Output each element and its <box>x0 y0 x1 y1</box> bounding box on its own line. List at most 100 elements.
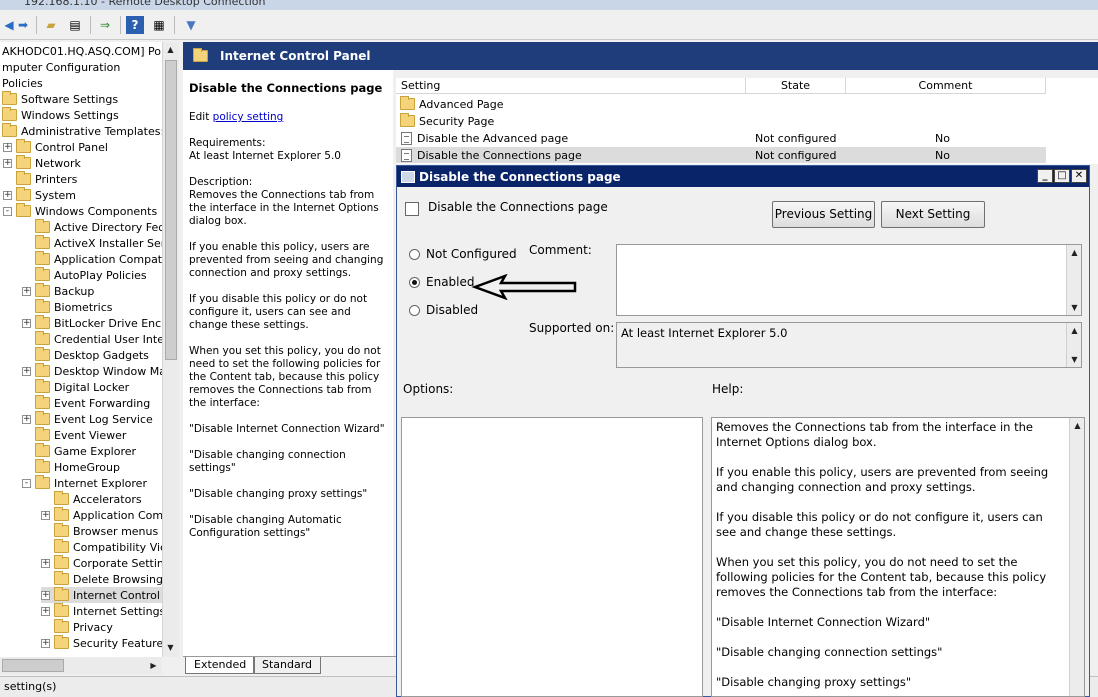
help-paragraph: "Disable changing proxy settings" <box>716 675 912 689</box>
scroll-down-arrow-icon[interactable]: ▼ <box>163 640 178 655</box>
tree-item[interactable]: Application Compatibi <box>22 251 162 267</box>
scroll-right-arrow-icon[interactable]: ▶ <box>146 658 161 673</box>
scroll-down-arrow-icon[interactable]: ▼ <box>1067 352 1082 367</box>
tree-item[interactable]: Privacy <box>41 619 117 635</box>
comment-field[interactable]: ▲ ▼ <box>616 244 1082 316</box>
tree-item[interactable]: + System <box>3 187 80 203</box>
tree-item[interactable]: Game Explorer <box>22 443 140 459</box>
tree-item[interactable]: Active Directory Fede <box>22 219 162 235</box>
previous-setting-button[interactable]: Previous Setting <box>772 201 875 228</box>
comment-scrollbar[interactable]: ▲ ▼ <box>1066 245 1081 315</box>
tree-item[interactable]: ActiveX Installer Serv <box>22 235 162 251</box>
tree-item[interactable]: Policies <box>2 75 47 91</box>
expand-icon[interactable]: + <box>41 510 50 520</box>
scroll-thumb[interactable] <box>2 659 64 672</box>
list-row[interactable]: Disable the Connections page Not configur… <box>396 147 1046 163</box>
tab-standard[interactable]: Standard <box>253 657 322 674</box>
radio-enabled[interactable]: Enabled <box>409 275 475 289</box>
tree-item[interactable]: Accelerators <box>41 491 146 507</box>
tree-item[interactable]: Biometrics <box>22 299 117 315</box>
up-folder-icon[interactable]: ▰ <box>42 16 60 34</box>
expand-icon[interactable]: + <box>41 558 50 568</box>
tree-item[interactable]: Desktop Gadgets <box>22 347 153 363</box>
expand-icon[interactable]: + <box>22 414 31 424</box>
tree-item[interactable]: Credential User Interf <box>22 331 162 347</box>
show-hide-tree-icon[interactable]: ▤ <box>66 16 84 34</box>
next-setting-button[interactable]: Next Setting <box>881 201 985 228</box>
edit-policy-link[interactable]: policy setting <box>213 111 284 123</box>
help-scrollbar[interactable]: ▲ <box>1069 418 1084 696</box>
help-icon[interactable]: ? <box>126 16 144 34</box>
tree-item[interactable]: - Windows Components <box>3 203 161 219</box>
properties-icon[interactable]: ▦ <box>150 16 168 34</box>
maximize-button[interactable]: □ <box>1054 169 1070 183</box>
export-list-icon[interactable]: ⇒ <box>96 16 114 34</box>
tree-item[interactable]: AKHODC01.HQ.ASQ.COM] Policy <box>2 43 162 59</box>
expand-icon[interactable]: + <box>22 318 31 328</box>
scroll-up-arrow-icon[interactable]: ▲ <box>1067 245 1082 260</box>
forward-arrow-icon[interactable]: ➡ <box>14 16 32 34</box>
expand-icon[interactable]: + <box>22 366 31 376</box>
radio-button-icon[interactable] <box>409 248 420 260</box>
tree-item[interactable]: Printers <box>3 171 81 187</box>
dialog-title-bar[interactable]: Disable the Connections page _ □ ✕ <box>397 166 1089 187</box>
tree-item[interactable]: Event Forwarding <box>22 395 154 411</box>
filter-icon[interactable]: ▼ <box>182 16 200 34</box>
list-row[interactable]: Advanced Page <box>396 96 1046 112</box>
expand-icon[interactable]: + <box>41 606 50 616</box>
tree-item[interactable]: Event Viewer <box>22 427 130 443</box>
tree-item-label: Credential User Interf <box>54 332 162 346</box>
tree-vertical-scrollbar[interactable]: ▲ ▼ <box>162 42 179 657</box>
collapse-icon[interactable]: - <box>3 206 12 216</box>
tree-item[interactable]: AutoPlay Policies <box>22 267 151 283</box>
minimize-button[interactable]: _ <box>1037 169 1053 183</box>
tree-item[interactable]: Digital Locker <box>22 379 133 395</box>
tree-item[interactable]: + BitLocker Drive Encryp <box>22 315 162 331</box>
tree-item[interactable]: - Internet Explorer <box>22 475 151 491</box>
help-paragraph: "Disable changing connection settings" <box>716 645 943 659</box>
scroll-up-arrow-icon[interactable]: ▲ <box>1067 323 1082 338</box>
expand-icon[interactable]: + <box>41 638 50 648</box>
radio-not-configured[interactable]: Not Configured <box>409 247 517 261</box>
column-comment[interactable]: Comment <box>846 78 1046 93</box>
tree-item[interactable]: mputer Configuration <box>2 59 124 75</box>
radio-disabled[interactable]: Disabled <box>409 303 478 317</box>
tab-extended[interactable]: Extended <box>185 657 256 674</box>
tree-item[interactable]: + Desktop Window Man <box>22 363 162 379</box>
tree-item[interactable]: Browser menus <box>41 523 162 539</box>
radio-button-selected-icon[interactable] <box>409 276 420 288</box>
expand-icon[interactable]: + <box>3 158 12 168</box>
tree-item[interactable]: Windows Settings <box>2 107 123 123</box>
expand-icon[interactable]: + <box>3 142 12 152</box>
expand-icon[interactable]: + <box>3 190 12 200</box>
scroll-up-arrow-icon[interactable]: ▲ <box>1070 418 1084 433</box>
tree-item[interactable]: + Event Log Service <box>22 411 157 427</box>
tree-item[interactable]: + Control Panel <box>3 139 112 155</box>
tree-item[interactable]: Software Settings <box>2 91 122 107</box>
list-row[interactable]: Security Page <box>396 113 1046 129</box>
tree-item[interactable]: + Application Compa <box>41 507 162 523</box>
tree-item[interactable]: Compatibility View <box>41 539 162 555</box>
tree-horizontal-scrollbar[interactable]: ▶ <box>0 657 162 674</box>
tree-item[interactable]: + Corporate Setting <box>41 555 162 571</box>
tree-item[interactable]: + Internet Control P <box>41 587 162 603</box>
tree-item[interactable]: + Internet Settings <box>41 603 162 619</box>
radio-button-icon[interactable] <box>409 304 420 316</box>
supported-scrollbar[interactable]: ▲ ▼ <box>1066 323 1081 367</box>
close-button[interactable]: ✕ <box>1071 169 1087 183</box>
tree-item[interactable]: + Security Features <box>41 635 162 651</box>
tree-item[interactable]: Administrative Templates: Pol <box>2 123 162 139</box>
tree-item[interactable]: Delete Browsing H <box>41 571 162 587</box>
list-row[interactable]: Disable the Advanced page Not configured N… <box>396 130 1046 146</box>
scroll-down-arrow-icon[interactable]: ▼ <box>1067 300 1082 315</box>
scroll-thumb[interactable] <box>165 60 177 360</box>
expand-icon[interactable]: + <box>22 286 31 296</box>
collapse-icon[interactable]: - <box>22 478 31 488</box>
column-setting[interactable]: Setting <box>396 78 746 93</box>
tree-item[interactable]: + Network <box>3 155 85 171</box>
tree-item[interactable]: + Backup <box>22 283 98 299</box>
tree-item[interactable]: HomeGroup <box>22 459 124 475</box>
scroll-up-arrow-icon[interactable]: ▲ <box>163 42 178 57</box>
column-state[interactable]: State <box>746 78 846 93</box>
expand-icon[interactable]: + <box>41 590 50 600</box>
